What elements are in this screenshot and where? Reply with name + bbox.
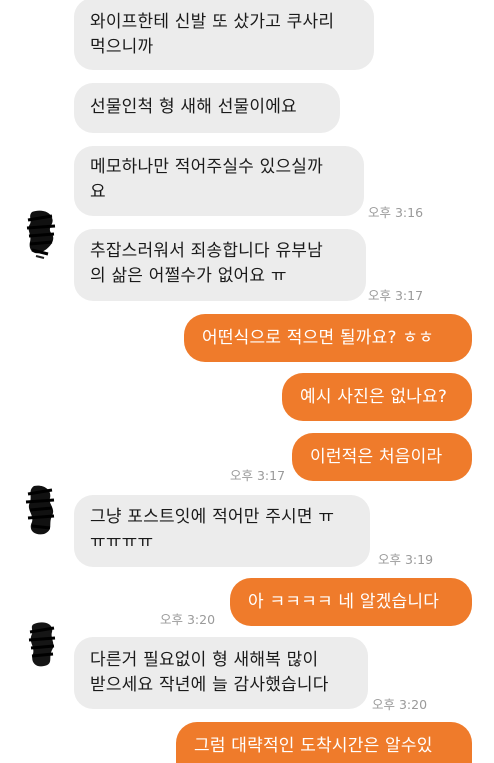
incoming-message[interactable]: 그냥 포스트잇에 적어만 주시면 ㅠ ㅠㅠㅠㅠ	[74, 495, 370, 567]
outgoing-message[interactable]: 어떤식으로 적으면 될까요? ㅎㅎ	[184, 314, 472, 362]
message-timestamp: 오후 3:16	[368, 205, 424, 220]
incoming-message[interactable]: 선물인척 형 새해 선물이에요	[74, 83, 340, 133]
contact-avatar[interactable]	[24, 618, 62, 670]
message-timestamp: 오후 3:17	[230, 468, 286, 483]
outgoing-message[interactable]: 이런적은 처음이라	[292, 433, 472, 481]
chat-thread: 와이프한테 신발 또 샀가고 쿠사리 먹으니까 선물인척 형 새해 선물이에요 …	[0, 0, 494, 763]
contact-avatar[interactable]	[22, 208, 60, 260]
outgoing-message[interactable]: 그럼 대략적인 도착시간은 알수있	[176, 722, 472, 763]
outgoing-message[interactable]: 예시 사진은 없나요?	[282, 373, 472, 421]
message-timestamp: 오후 3:20	[372, 697, 428, 712]
outgoing-message[interactable]: 아 ㅋㅋㅋㅋ 네 알겠습니다	[230, 578, 472, 626]
message-timestamp: 오후 3:17	[368, 288, 424, 303]
message-timestamp: 오후 3:19	[378, 552, 434, 567]
incoming-message[interactable]: 추잡스러워서 죄송합니다 유부남 의 삶은 어쩔수가 없어요 ㅠ	[74, 229, 366, 301]
contact-avatar[interactable]	[22, 480, 60, 540]
incoming-message[interactable]: 다른거 필요없이 형 새해복 많이 받으세요 작년에 늘 감사했습니다	[74, 637, 368, 709]
incoming-message[interactable]: 메모하나만 적어주실수 있으실까 요	[74, 146, 364, 216]
message-timestamp: 오후 3:20	[160, 612, 216, 627]
incoming-message[interactable]: 와이프한테 신발 또 샀가고 쿠사리 먹으니까	[74, 0, 374, 70]
